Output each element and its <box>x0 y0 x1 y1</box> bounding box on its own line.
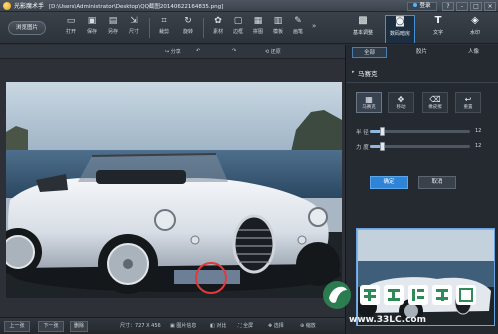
strength-slider[interactable] <box>370 142 470 151</box>
undo-icon: ↶ <box>196 48 201 54</box>
tab-basic-adjust[interactable]: ▩ 基本调整 <box>348 15 378 43</box>
tab-all[interactable]: 全部 <box>352 47 387 58</box>
edit-subbar: ↪ 分享 ↶ ↷ ⟲ 还原 <box>0 45 345 59</box>
save-as-icon: ▤ <box>108 16 118 26</box>
resize-button[interactable]: ⇲ 尺寸 <box>124 16 144 40</box>
fullscreen-button[interactable]: ⛶ 全屏 <box>238 322 253 329</box>
undo-icon: ↩ <box>464 95 472 104</box>
border-icon: ▢ <box>233 16 243 26</box>
reset-icon: ⟲ <box>265 49 270 55</box>
compare-icon: ◧ <box>210 323 215 329</box>
image-info-button[interactable]: ▣ 图片信息 <box>170 322 196 329</box>
zoom-icon: ⊕ <box>300 323 305 329</box>
darkroom-icon: ◙ <box>395 16 405 27</box>
collage-button[interactable]: ▦ 拼图 <box>248 16 268 40</box>
select-icon: ✥ <box>268 323 273 329</box>
tab-digital-darkroom[interactable]: ◙ 数码暗房 <box>385 15 415 43</box>
border-button[interactable]: ▢ 边框 <box>228 16 248 40</box>
title-bar: 光影魔术手 [D:\Users\Administrator\Desktop\QQ… <box>0 0 498 12</box>
tab-watermark[interactable]: ◈ 水印 <box>460 15 490 43</box>
collage-icon: ▦ <box>253 16 263 26</box>
share-button[interactable]: ↪ 分享 <box>165 48 181 55</box>
move-mode-button[interactable]: ✥ 移动 <box>388 92 414 113</box>
tab-text[interactable]: T 文字 <box>423 15 453 43</box>
move-icon: ✥ <box>397 95 405 104</box>
text-icon: T <box>434 15 442 26</box>
template-icon: ▥ <box>273 16 283 26</box>
image-size-label: 尺寸：727 X 456 <box>120 323 161 329</box>
status-bar: 上一张 下一张 删除 尺寸：727 X 456 ▣ 图片信息 ◧ 对比 ⛶ 全屏… <box>0 317 345 334</box>
section-title: 马赛克 <box>358 70 378 78</box>
info-icon: ▣ <box>170 323 175 329</box>
brush-button[interactable]: ✎ 画笔 <box>288 16 308 40</box>
next-image-button[interactable]: 下一张 <box>38 321 64 332</box>
fullscreen-icon: ⛶ <box>238 323 242 329</box>
redo-button[interactable]: ↷ <box>232 48 236 54</box>
app-logo-icon <box>3 1 11 10</box>
main-toolbar: 浏览图片 ▭ 打开 ▣ 保存 ▤ 另存 ⇲ 尺寸 ⌗ 裁剪 ↻ 旋转 ✿ 素材 ▢ 边框 ▦ 拼图… <box>0 12 498 44</box>
radius-slider[interactable] <box>370 127 470 136</box>
more-tools-icon[interactable]: » <box>312 22 316 30</box>
car-photo <box>6 82 342 298</box>
app-name: 光影魔术手 <box>14 3 45 10</box>
prev-image-button[interactable]: 上一张 <box>4 321 30 332</box>
cancel-button[interactable]: 取消 <box>418 176 456 189</box>
strength-value: 12 <box>475 143 482 149</box>
crop-icon: ⌗ <box>161 16 167 26</box>
login-button[interactable]: 登录 <box>407 1 437 11</box>
adjust-icon: ▩ <box>358 15 368 26</box>
photo-canvas[interactable] <box>6 82 342 298</box>
minimize-button[interactable]: - <box>456 1 468 11</box>
undo-button[interactable]: ↶ <box>196 48 200 54</box>
open-button[interactable]: ▭ 打开 <box>61 16 81 40</box>
mosaic-icon: ▦ <box>365 95 373 104</box>
save-icon: ▣ <box>87 16 97 26</box>
open-icon: ▭ <box>66 16 76 26</box>
reset-mode-button[interactable]: ↩ 重置 <box>455 92 481 113</box>
tab-portrait[interactable]: 人像 <box>456 47 491 58</box>
eraser-mode-button[interactable]: ⌫ 橡皮擦 <box>422 92 448 113</box>
template-button[interactable]: ▥ 模板 <box>268 16 288 40</box>
canvas-workspace <box>0 59 345 316</box>
rotate-icon: ↻ <box>184 16 192 26</box>
delete-button[interactable]: 删除 <box>70 321 88 332</box>
select-button[interactable]: ✥ 选择 <box>268 322 284 329</box>
redo-icon: ↷ <box>232 48 237 54</box>
watermark-logo <box>323 281 476 309</box>
radius-label: 半 径 <box>356 130 369 136</box>
zoom-button[interactable]: ⊕ 缩放 <box>300 322 316 329</box>
close-button[interactable]: × <box>484 1 496 11</box>
browse-images-button[interactable]: 浏览图片 <box>8 21 46 35</box>
material-icon: ✿ <box>214 16 222 26</box>
watermark-icon: ◈ <box>471 15 479 26</box>
effect-section-header[interactable]: ▸ 马赛克 <box>346 63 498 83</box>
help-button[interactable]: ? <box>442 1 454 11</box>
eraser-icon: ⌫ <box>429 95 441 104</box>
reset-button[interactable]: ⟲ 还原 <box>265 48 281 55</box>
save-as-button[interactable]: ▤ 另存 <box>103 16 123 40</box>
rotate-button[interactable]: ↻ 旋转 <box>178 16 198 40</box>
radius-slider-handle[interactable] <box>380 127 385 136</box>
strength-slider-handle[interactable] <box>380 142 385 151</box>
radius-value: 12 <box>475 128 482 134</box>
mosaic-mode-button[interactable]: ▦ 马赛克 <box>356 92 382 113</box>
material-button[interactable]: ✿ 素材 <box>208 16 228 40</box>
toolbar-divider <box>149 18 150 38</box>
window-controls: 登录 ? - □ × <box>407 1 496 11</box>
maximize-button[interactable]: □ <box>470 1 482 11</box>
resize-icon: ⇲ <box>130 16 138 26</box>
toolbar-divider <box>203 18 204 38</box>
save-button[interactable]: ▣ 保存 <box>82 16 102 40</box>
confirm-button[interactable]: 确定 <box>370 176 408 189</box>
crop-button[interactable]: ⌗ 裁剪 <box>154 16 174 40</box>
brush-icon: ✎ <box>294 16 302 26</box>
expand-arrow-icon: ▸ <box>352 69 355 75</box>
file-path: [D:\Users\Administrator\Desktop\QQ截图2014… <box>49 3 224 10</box>
strength-label: 力 度 <box>356 145 369 151</box>
watermark-url: www.33LC.com <box>349 315 426 325</box>
compare-button[interactable]: ◧ 对比 <box>210 322 226 329</box>
tab-film[interactable]: 胶片 <box>404 47 439 58</box>
